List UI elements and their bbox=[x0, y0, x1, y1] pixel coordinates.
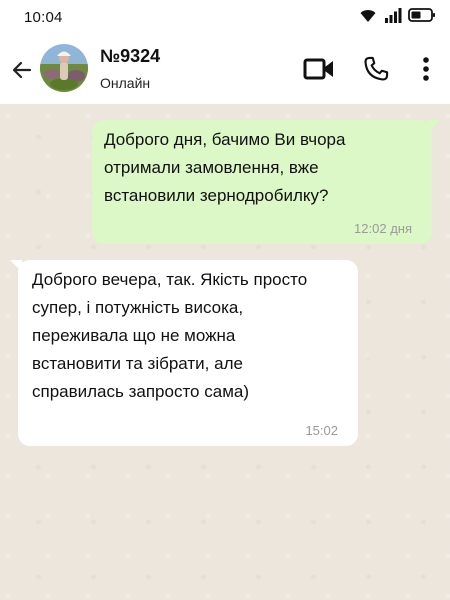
message-text: Доброго вечера, так. Якість просто супер… bbox=[32, 270, 308, 401]
avatar[interactable] bbox=[40, 44, 88, 92]
back-arrow-icon[interactable] bbox=[10, 58, 34, 82]
contact-name: №9324 bbox=[100, 46, 161, 66]
message-time: 12:02 дня bbox=[354, 221, 412, 236]
contact-status: Онлайн bbox=[100, 75, 151, 91]
wifi-icon bbox=[358, 7, 378, 28]
battery-icon bbox=[408, 7, 436, 28]
message-incoming[interactable]: Доброго вечера, так. Якість просто супер… bbox=[10, 260, 358, 446]
message-time: 15:02 bbox=[305, 423, 338, 438]
message-text: Доброго дня, бачимо Ви вчора отримали за… bbox=[104, 130, 346, 205]
bubble-tail bbox=[10, 260, 22, 272]
bubble-tail bbox=[428, 120, 440, 132]
chat-header: №9324 Онлайн bbox=[0, 34, 450, 104]
signal-icon bbox=[384, 7, 402, 28]
status-icons bbox=[358, 7, 436, 28]
message-outgoing[interactable]: Доброго дня, бачимо Ви вчора отримали за… bbox=[92, 120, 440, 244]
status-time: 10:04 bbox=[24, 9, 63, 26]
more-vert-icon[interactable] bbox=[414, 54, 438, 84]
chat-area[interactable]: Доброго дня, бачимо Ви вчора отримали за… bbox=[0, 104, 450, 600]
status-bar: 10:04 bbox=[0, 0, 450, 34]
phone-icon[interactable] bbox=[360, 54, 392, 84]
video-call-icon[interactable] bbox=[302, 54, 336, 84]
